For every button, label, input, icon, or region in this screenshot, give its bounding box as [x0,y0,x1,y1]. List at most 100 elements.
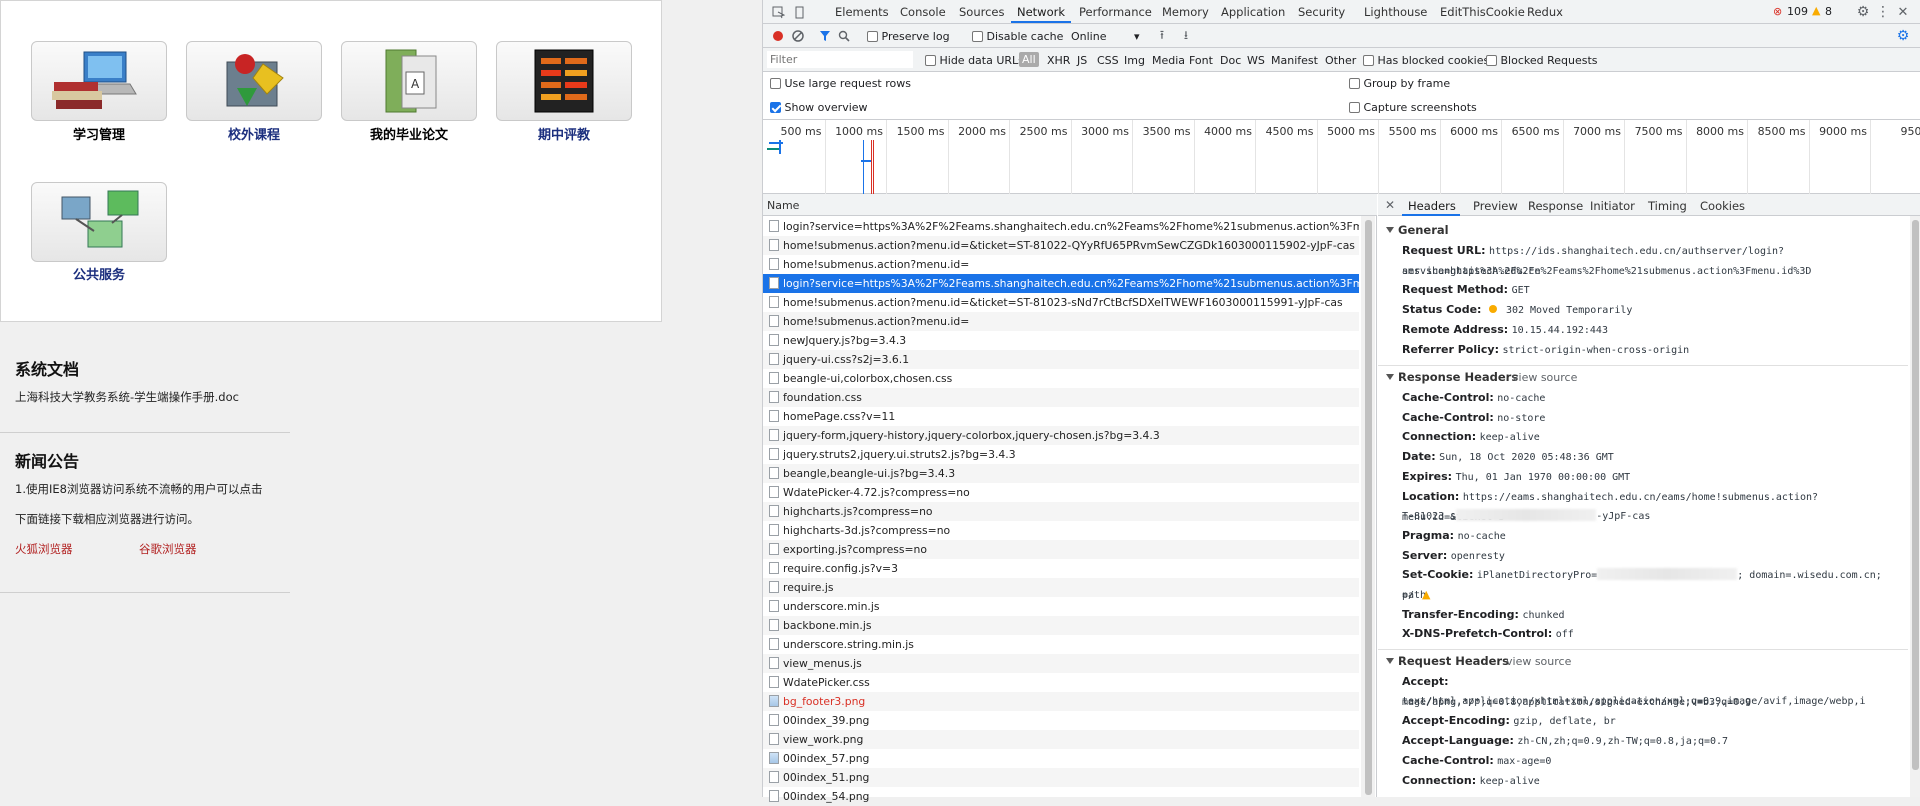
request-row[interactable]: highcharts.js?compress=no [763,502,1359,521]
tab-lighthouse[interactable]: Lighthouse [1364,5,1427,19]
request-row[interactable]: WdatePicker.css [763,673,1359,692]
request-row[interactable]: underscore.string.min.js [763,635,1359,654]
tile-label[interactable]: 学习管理 [31,124,167,143]
group-by-frame-checkbox[interactable]: Group by frame [1349,77,1450,90]
response-view-source-link[interactable]: view source [1512,371,1577,384]
request-row[interactable]: backbone.min.js [763,616,1359,635]
preserve-log-checkbox[interactable]: Preserve log [867,30,950,43]
warning-count[interactable]: 8 [1825,5,1832,18]
error-count[interactable]: 109 [1787,5,1808,18]
request-row[interactable]: 00index_57.png [763,749,1359,768]
request-row[interactable]: 00index_51.png [763,768,1359,787]
tile-midterm-evaluation[interactable] [496,41,632,121]
filter-input[interactable] [767,51,913,68]
tile-label[interactable]: 公共服务 [31,264,167,283]
request-headers-toggle[interactable]: Request Headers [1386,654,1509,668]
request-row[interactable]: view_work.png [763,730,1359,749]
tab-editthiscookie[interactable]: EditThisCookie [1440,5,1525,19]
request-row[interactable]: 00index_39.png [763,711,1359,730]
type-filter-other[interactable]: Other [1325,54,1356,67]
throttling-select[interactable]: Online ▾ [1071,30,1140,43]
request-row[interactable]: view_menus.js [763,654,1359,673]
name-column-header[interactable]: Name [763,194,1377,216]
request-row[interactable]: jquery-ui.css?s2j=3.6.1 [763,350,1359,369]
tile-graduation-thesis[interactable]: A [341,41,477,121]
has-blocked-cookies-checkbox[interactable]: Has blocked cookies [1363,54,1489,67]
request-row[interactable]: WdatePicker-4.72.js?compress=no [763,483,1359,502]
search-icon[interactable] [836,28,852,44]
request-list-scroll-thumb[interactable] [1365,220,1372,795]
tab-preview[interactable]: Preview [1473,199,1518,213]
request-row[interactable]: newJquery.js?bg=3.4.3 [763,331,1359,350]
tab-console[interactable]: Console [900,5,946,19]
type-filter-manifest[interactable]: Manifest [1271,54,1318,67]
request-row[interactable]: foundation.css [763,388,1359,407]
request-row[interactable]: beangle,beangle-ui.js?bg=3.4.3 [763,464,1359,483]
tab-security[interactable]: Security [1298,5,1345,19]
filter-icon[interactable] [817,28,833,44]
close-details-icon[interactable]: ✕ [1382,197,1398,213]
overview-timeline[interactable]: 500 ms1000 ms1500 ms2000 ms2500 ms3000 m… [763,120,1920,194]
blocked-requests-checkbox[interactable]: Blocked Requests [1486,54,1598,67]
request-row[interactable]: jquery-form,jquery-history,jquery-colorb… [763,426,1359,445]
tab-application[interactable]: Application [1221,5,1285,19]
request-view-source-link[interactable]: view source [1506,655,1571,668]
export-har-icon[interactable]: ⭳ [1178,28,1194,44]
cookie-warning-icon[interactable]: ▲ [1422,588,1430,601]
tile-public-services[interactable] [31,182,167,262]
tile-label[interactable]: 我的毕业论文 [341,124,477,143]
tab-response[interactable]: Response [1528,199,1583,213]
tab-redux[interactable]: Redux [1527,5,1563,19]
request-row[interactable]: bg_footer3.png [763,692,1359,711]
request-row[interactable]: home!submenus.action?menu.id=&ticket=ST-… [763,236,1359,255]
chrome-download-link[interactable]: 谷歌浏览器 [139,541,197,557]
request-row[interactable]: home!submenus.action?menu.id= [763,312,1359,331]
more-options-icon[interactable]: ⋮ [1875,4,1891,20]
tab-elements[interactable]: Elements [835,5,889,19]
tile-study-management[interactable] [31,41,167,121]
request-row[interactable]: beangle-ui,colorbox,chosen.css [763,369,1359,388]
show-overview-checkbox[interactable]: Show overview [770,101,868,114]
close-devtools-icon[interactable]: ✕ [1895,4,1911,20]
clear-icon[interactable] [790,28,806,44]
tab-performance[interactable]: Performance [1079,5,1152,19]
type-filter-font[interactable]: Font [1189,54,1213,67]
request-row[interactable]: underscore.min.js [763,597,1359,616]
type-filter-ws[interactable]: WS [1247,54,1265,67]
request-row[interactable]: login?service=https%3A%2F%2Feams.shangha… [763,274,1359,293]
network-settings-gear-icon[interactable]: ⚙ [1895,28,1911,44]
type-filter-js[interactable]: JS [1077,54,1087,67]
large-rows-checkbox[interactable]: Use large request rows [770,77,911,90]
manual-doc-link[interactable]: 上海科技大学教务系统-学生端操作手册.doc [15,389,239,405]
type-filter-doc[interactable]: Doc [1220,54,1241,67]
tab-timing[interactable]: Timing [1648,199,1687,213]
tile-external-courses[interactable] [186,41,322,121]
type-filter-xhr[interactable]: XHR [1047,54,1070,67]
request-row[interactable]: home!submenus.action?menu.id= [763,255,1359,274]
request-row[interactable]: login?service=https%3A%2F%2Feams.shangha… [763,217,1359,236]
tab-memory[interactable]: Memory [1162,5,1209,19]
request-row[interactable]: exporting.js?compress=no [763,540,1359,559]
tile-label[interactable]: 校外课程 [186,124,322,143]
type-filter-media[interactable]: Media [1152,54,1185,67]
request-row[interactable]: highcharts-3d.js?compress=no [763,521,1359,540]
disable-cache-checkbox[interactable]: Disable cache [972,30,1063,43]
settings-gear-icon[interactable]: ⚙ [1855,4,1871,20]
request-row[interactable]: home!submenus.action?menu.id=&ticket=ST-… [763,293,1359,312]
request-row[interactable]: jquery.struts2,jquery.ui.struts2.js?bg=3… [763,445,1359,464]
type-filter-img[interactable]: Img [1124,54,1145,67]
response-headers-toggle[interactable]: Response Headers [1386,370,1518,384]
request-row[interactable]: homePage.css?v=11 [763,407,1359,426]
firefox-download-link[interactable]: 火狐浏览器 [15,541,73,557]
type-filter-all[interactable]: All [1019,52,1039,67]
tab-initiator[interactable]: Initiator [1590,199,1635,213]
tab-cookies[interactable]: Cookies [1700,199,1745,213]
general-section-toggle[interactable]: General [1386,223,1449,237]
details-scroll-thumb[interactable] [1912,220,1919,770]
import-har-icon[interactable]: ⭱ [1154,28,1170,44]
tab-network[interactable]: Network [1017,5,1065,19]
tab-headers[interactable]: Headers [1408,199,1456,213]
request-row[interactable]: require.js [763,578,1359,597]
inspect-element-icon[interactable] [770,4,786,20]
record-icon[interactable] [770,28,786,44]
